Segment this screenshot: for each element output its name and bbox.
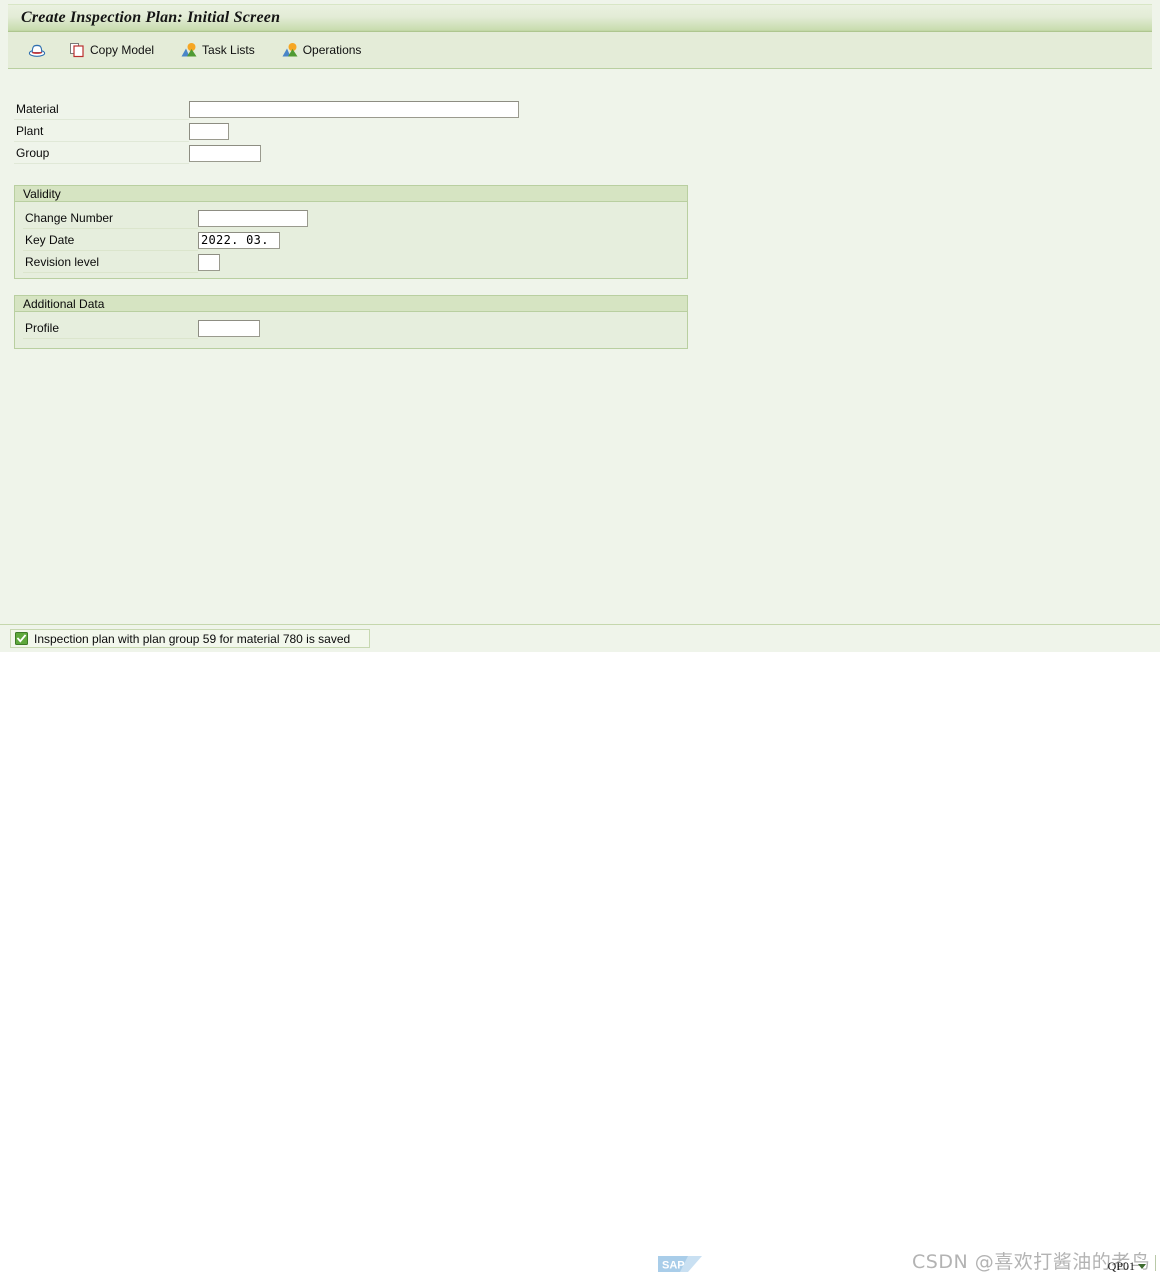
revision-level-input[interactable] [198,253,220,271]
label-revision-level: Revision level [23,252,198,273]
transaction-code-text: QP01 [1107,1259,1135,1273]
groupbox-additional-data-body: Profile [15,312,687,339]
chevron-down-icon[interactable] [1138,1264,1146,1269]
toolbar-label-copy-model: Copy Model [90,43,155,57]
operations-icon [282,43,298,57]
task-lists-icon [181,43,197,57]
success-check-icon [15,632,28,645]
field-row-group: Group [14,142,534,164]
field-row-change-number: Change Number [23,207,687,229]
copy-model-icon [70,43,84,58]
material-input[interactable] [189,100,519,118]
field-row-material: Material [14,98,534,120]
key-date-input[interactable] [198,231,280,249]
field-row-profile: Profile [23,317,687,339]
groupbox-additional-data: Additional Data Profile [14,295,688,349]
field-row-key-date: Key Date [23,229,687,251]
label-profile: Profile [23,318,198,339]
toolbar-label-task-lists: Task Lists [202,43,255,57]
toolbar-button-hat[interactable] [22,36,56,64]
field-row-plant: Plant [14,120,534,142]
page-title: Create Inspection Plan: Initial Screen [21,9,281,26]
status-message[interactable]: Inspection plan with plan group 59 for m… [10,629,370,648]
toolbar-button-task-lists[interactable]: Task Lists [174,36,261,64]
profile-input[interactable] [198,319,260,337]
application-toolbar: Copy Model Task Lists Operations [8,32,1152,69]
header-field-group: Material Plant Group [14,98,534,164]
field-row-revision-level: Revision level [23,251,687,273]
label-group: Group [14,142,189,164]
groupbox-validity-body: Change Number Key Date Revision level [15,202,687,273]
toolbar-button-copy-model[interactable]: Copy Model [62,36,160,64]
transaction-code-indicator[interactable]: QP01 [1108,1259,1146,1274]
label-material: Material [14,98,189,120]
plant-input[interactable] [189,122,229,140]
svg-text:SAP: SAP [662,1260,685,1272]
groupbox-validity: Validity Change Number Key Date Revision… [14,185,688,279]
status-bar: Inspection plan with plan group 59 for m… [0,624,1160,1273]
status-bar-grip [1155,1255,1156,1271]
sap-logo-icon: SAP [658,1256,702,1272]
status-message-text: Inspection plan with plan group 59 for m… [34,631,351,646]
groupbox-additional-data-title: Additional Data [15,296,687,312]
main-content: Material Plant Group Validity Change Num… [8,69,1152,624]
group-input[interactable] [189,144,261,162]
toolbar-label-operations: Operations [302,43,362,57]
label-key-date: Key Date [23,230,198,251]
toolbar-button-operations[interactable]: Operations [275,36,368,64]
sap-gui-window: Create Inspection Plan: Initial Screen C… [0,0,1160,1273]
groupbox-validity-title: Validity [15,186,687,202]
label-change-number: Change Number [23,208,198,229]
change-number-input[interactable] [198,209,308,227]
hat-icon [28,44,46,57]
window-title-bar: Create Inspection Plan: Initial Screen [8,4,1152,32]
label-plant: Plant [14,120,189,142]
